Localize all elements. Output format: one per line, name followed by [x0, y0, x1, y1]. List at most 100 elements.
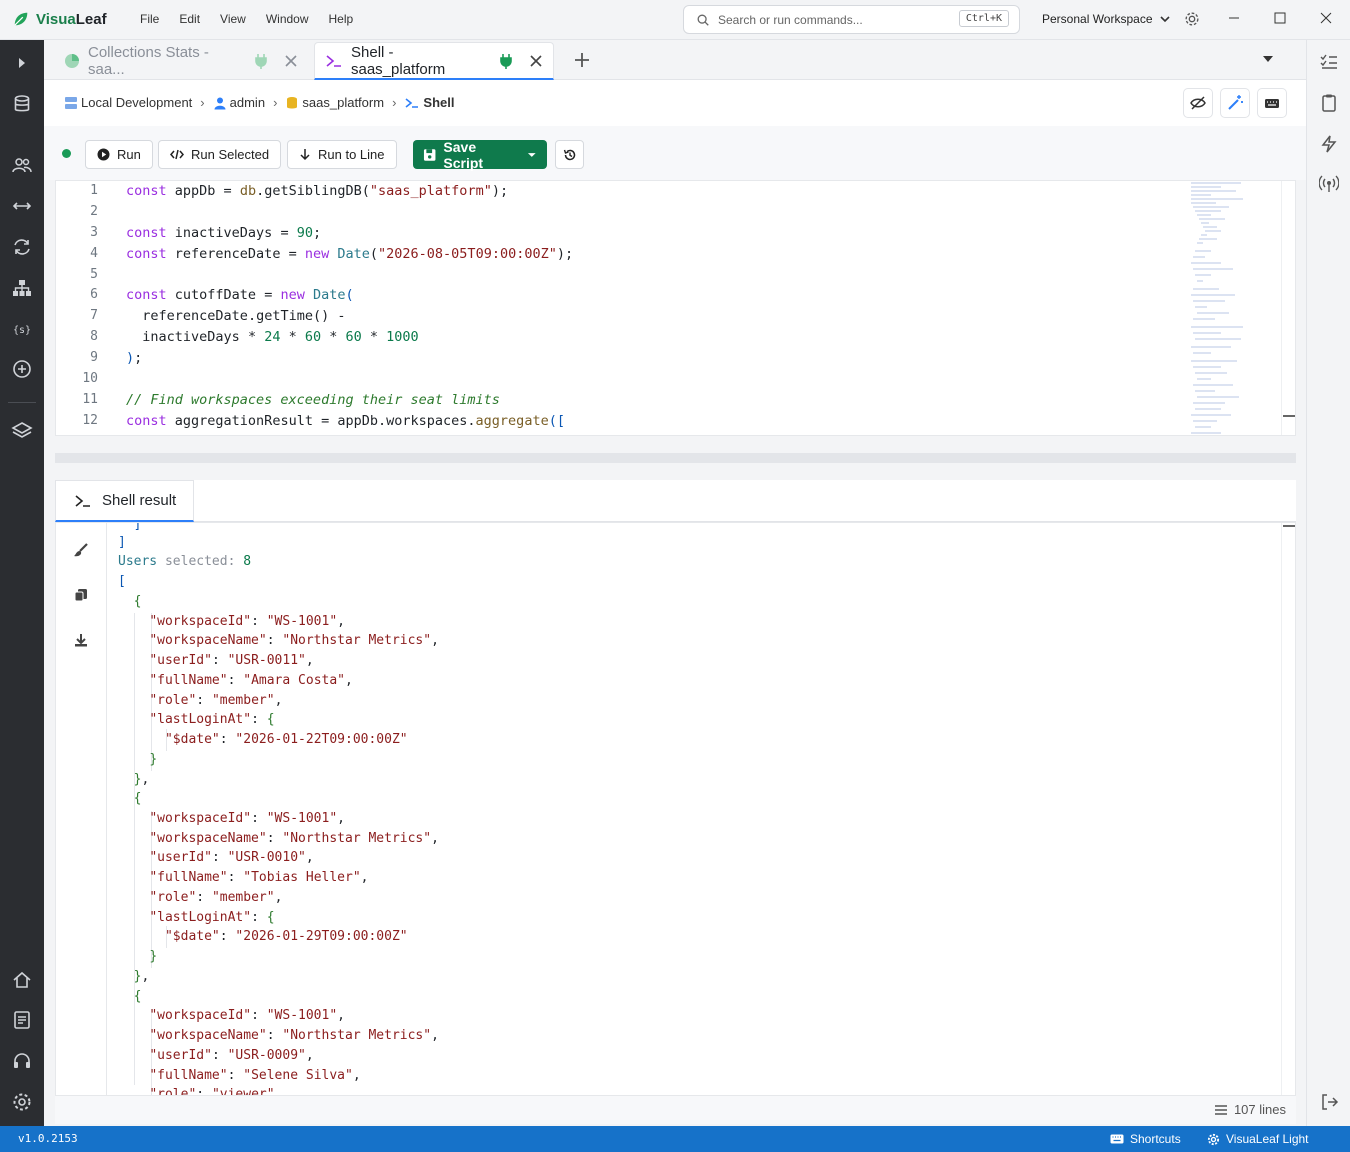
keyboard-icon[interactable]: [1257, 88, 1287, 118]
save-script-button[interactable]: Save Script: [413, 139, 547, 171]
workspace-label: Personal Workspace: [1042, 12, 1153, 26]
checklist-icon[interactable]: [1319, 52, 1339, 72]
history-button[interactable]: [555, 140, 584, 169]
result-line: }: [149, 949, 158, 964]
theme-selector[interactable]: VisuaLeaf Light: [1207, 1132, 1309, 1146]
close-window-icon[interactable]: [1312, 6, 1340, 30]
add-tab-icon[interactable]: [571, 49, 593, 71]
shell-result-output[interactable]: ] ] Users selected: 8 [ { "workspaceId":…: [55, 522, 1296, 1096]
schema-icon[interactable]: [11, 277, 33, 299]
hide-icon[interactable]: [1183, 88, 1213, 118]
menu-help[interactable]: Help: [329, 12, 354, 26]
lines-icon: [1214, 1104, 1227, 1115]
logout-icon[interactable]: [1319, 1092, 1339, 1112]
tab-bar: Collections Stats - saa... Shell - saas_…: [44, 40, 1306, 80]
database-icon[interactable]: [11, 93, 33, 115]
line-number: 10: [82, 371, 98, 386]
result-line: {: [133, 989, 142, 1004]
menu-file[interactable]: File: [140, 12, 159, 26]
close-icon[interactable]: [284, 54, 298, 68]
code-icon: [170, 149, 184, 160]
settings-icon[interactable]: [11, 1091, 33, 1113]
result-line: "workspaceName": "Northstar Metrics",: [149, 633, 439, 648]
copy-icon[interactable]: [73, 587, 89, 603]
minimize-icon[interactable]: [1220, 6, 1248, 30]
line-number: 11: [82, 392, 98, 407]
status-bar: v1.0.2153 Shortcuts VisuaLeaf Light: [0, 1126, 1350, 1152]
code-line: const referenceDate = new Date("2026-08-…: [126, 246, 574, 262]
result-line: "$date": "2026-01-22T09:00:00Z": [164, 732, 408, 747]
scroll-thumb[interactable]: [1283, 415, 1295, 417]
code-editor[interactable]: 1 2 3 4 5 6 7 8 9 10 11 12 const appDb =…: [55, 180, 1296, 436]
caret-down-icon[interactable]: [527, 151, 537, 159]
lightning-icon[interactable]: [1319, 134, 1339, 154]
breadcrumb-database[interactable]: saas_platform: [285, 95, 384, 110]
variables-icon[interactable]: {s}: [11, 318, 33, 340]
brush-icon[interactable]: [73, 542, 89, 558]
result-scrollbar[interactable]: [1281, 523, 1295, 1095]
breadcrumb-user[interactable]: admin: [213, 95, 265, 110]
command-search[interactable]: Search or run commands... Ctrl+K: [683, 5, 1020, 34]
pie-chart-icon: [65, 54, 79, 68]
result-line: "fullName": "Selene Silva",: [149, 1068, 361, 1083]
play-icon: [97, 148, 110, 161]
line-number: 8: [90, 329, 98, 344]
connection-status-dot: [62, 149, 71, 158]
tab-collections-stats[interactable]: Collections Stats - saa...: [54, 42, 308, 80]
breadcrumb: Local Development › admin › saas_platfor…: [44, 80, 1306, 126]
panel-splitter[interactable]: [55, 453, 1296, 463]
maximize-icon[interactable]: [1266, 6, 1294, 30]
sync-icon[interactable]: [11, 236, 33, 258]
magic-wand-icon[interactable]: [1220, 88, 1250, 118]
expand-icon[interactable]: [11, 52, 33, 74]
terminal-icon: [326, 54, 341, 67]
history-icon: [563, 149, 575, 160]
code-minimap[interactable]: [1181, 181, 1281, 436]
result-line: "fullName": "Tobias Heller",: [149, 870, 369, 885]
menu-window[interactable]: Window: [266, 12, 309, 26]
code-line: referenceDate.getTime() -: [142, 308, 346, 324]
tab-shell-result[interactable]: Shell result: [55, 480, 194, 522]
menu-edit[interactable]: Edit: [179, 12, 200, 26]
app-logo: Visua Leaf: [12, 10, 107, 28]
chevron-right-icon: ›: [200, 95, 205, 110]
download-icon[interactable]: [73, 632, 89, 648]
result-line: "role": "member",: [149, 693, 283, 708]
shortcuts-button[interactable]: Shortcuts: [1110, 1132, 1181, 1146]
close-icon[interactable]: [529, 54, 543, 68]
tab-shell[interactable]: Shell - saas_platform: [314, 42, 554, 80]
docs-icon[interactable]: [11, 1009, 33, 1031]
gear-icon[interactable]: [1183, 10, 1201, 28]
run-button[interactable]: Run: [85, 140, 153, 169]
menu-view[interactable]: View: [220, 12, 246, 26]
result-line: Users selected: 8: [118, 554, 252, 569]
menu-bar: File Edit View Window Help: [140, 12, 373, 26]
clipboard-icon[interactable]: [1319, 93, 1339, 113]
terminal-icon: [75, 494, 90, 507]
support-icon[interactable]: [11, 1050, 33, 1072]
result-line: },: [133, 969, 150, 984]
breadcrumb-connection[interactable]: Local Development: [64, 95, 192, 110]
result-line: "role": "viewer": [149, 1087, 275, 1096]
app-version: v1.0.2153: [18, 1132, 78, 1145]
scroll-thumb[interactable]: [1283, 525, 1295, 527]
users-icon[interactable]: [11, 154, 33, 176]
line-number: 7: [90, 308, 98, 323]
layers-icon[interactable]: [11, 420, 33, 442]
home-icon[interactable]: [11, 969, 33, 991]
tab-list-dropdown-icon[interactable]: [1262, 54, 1274, 64]
result-footer: 107 lines: [55, 1096, 1296, 1124]
run-to-line-button[interactable]: Run to Line: [287, 140, 397, 169]
app-name-part-b: Leaf: [75, 10, 107, 28]
result-line: "$date": "2026-01-29T09:00:00Z": [164, 929, 408, 944]
result-line: "workspaceId": "WS-1001",: [149, 1008, 345, 1023]
transfer-icon[interactable]: [11, 195, 33, 217]
workspace-selector[interactable]: Personal Workspace: [1042, 12, 1171, 26]
broadcast-icon[interactable]: [1319, 174, 1339, 194]
line-number: 2: [90, 204, 98, 219]
sql-icon[interactable]: [11, 358, 33, 380]
run-selected-button[interactable]: Run Selected: [158, 140, 282, 169]
editor-scrollbar[interactable]: [1281, 181, 1295, 435]
result-line: {: [133, 791, 142, 806]
result-line: "lastLoginAt": {: [149, 910, 275, 925]
